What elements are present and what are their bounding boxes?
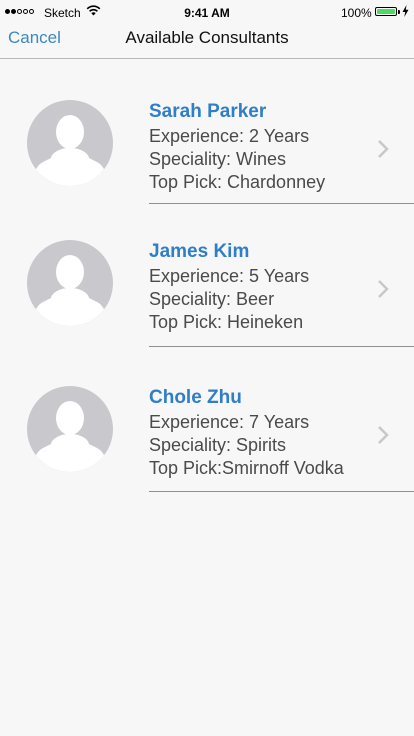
consultant-row[interactable]: Chole Zhu Experience: 7 Years Speciality… (0, 345, 414, 492)
consultant-list: Sarah Parker Experience: 2 Years Special… (0, 59, 414, 492)
consultant-top-pick: Top Pick:Smirnoff Vodka (149, 458, 344, 478)
charging-bolt-icon (402, 5, 409, 17)
consultant-top-pick: Top Pick: Chardonney (149, 172, 326, 192)
chevron-right-icon (378, 140, 389, 158)
consultant-top-pick: Top Pick: Heineken (149, 312, 304, 332)
consultant-experience: Experience: 2 Years (149, 126, 310, 146)
battery-icon (375, 7, 397, 16)
battery-percent: 100% (341, 6, 372, 20)
consultant-experience: Experience: 5 Years (149, 266, 310, 286)
consultant-row[interactable]: Sarah Parker Experience: 2 Years Special… (0, 59, 414, 204)
chevron-right-icon (378, 426, 389, 444)
consultant-speciality: Speciality: Wines (149, 149, 287, 169)
chevron-right-icon (378, 280, 389, 298)
consultant-name: Chole Zhu (149, 387, 242, 408)
consultant-name: James Kim (149, 241, 250, 262)
consultant-speciality: Speciality: Spirits (149, 435, 287, 455)
row-divider (149, 491, 414, 492)
avatar-placeholder-icon (27, 240, 113, 326)
page-title: Available Consultants (125, 28, 289, 47)
consultant-speciality: Speciality: Beer (149, 289, 275, 309)
consultant-experience: Experience: 7 Years (149, 412, 310, 432)
avatar-placeholder-icon (27, 386, 113, 472)
consultant-name: Sarah Parker (149, 101, 267, 122)
battery-tip (398, 10, 400, 14)
consultant-row[interactable]: James Kim Experience: 5 Years Speciality… (0, 202, 414, 347)
navigation-bar: Cancel Available Consultants (0, 20, 414, 59)
status-bar: Sketch 9:41 AM 100% (0, 0, 414, 20)
avatar-placeholder-icon (27, 100, 113, 186)
